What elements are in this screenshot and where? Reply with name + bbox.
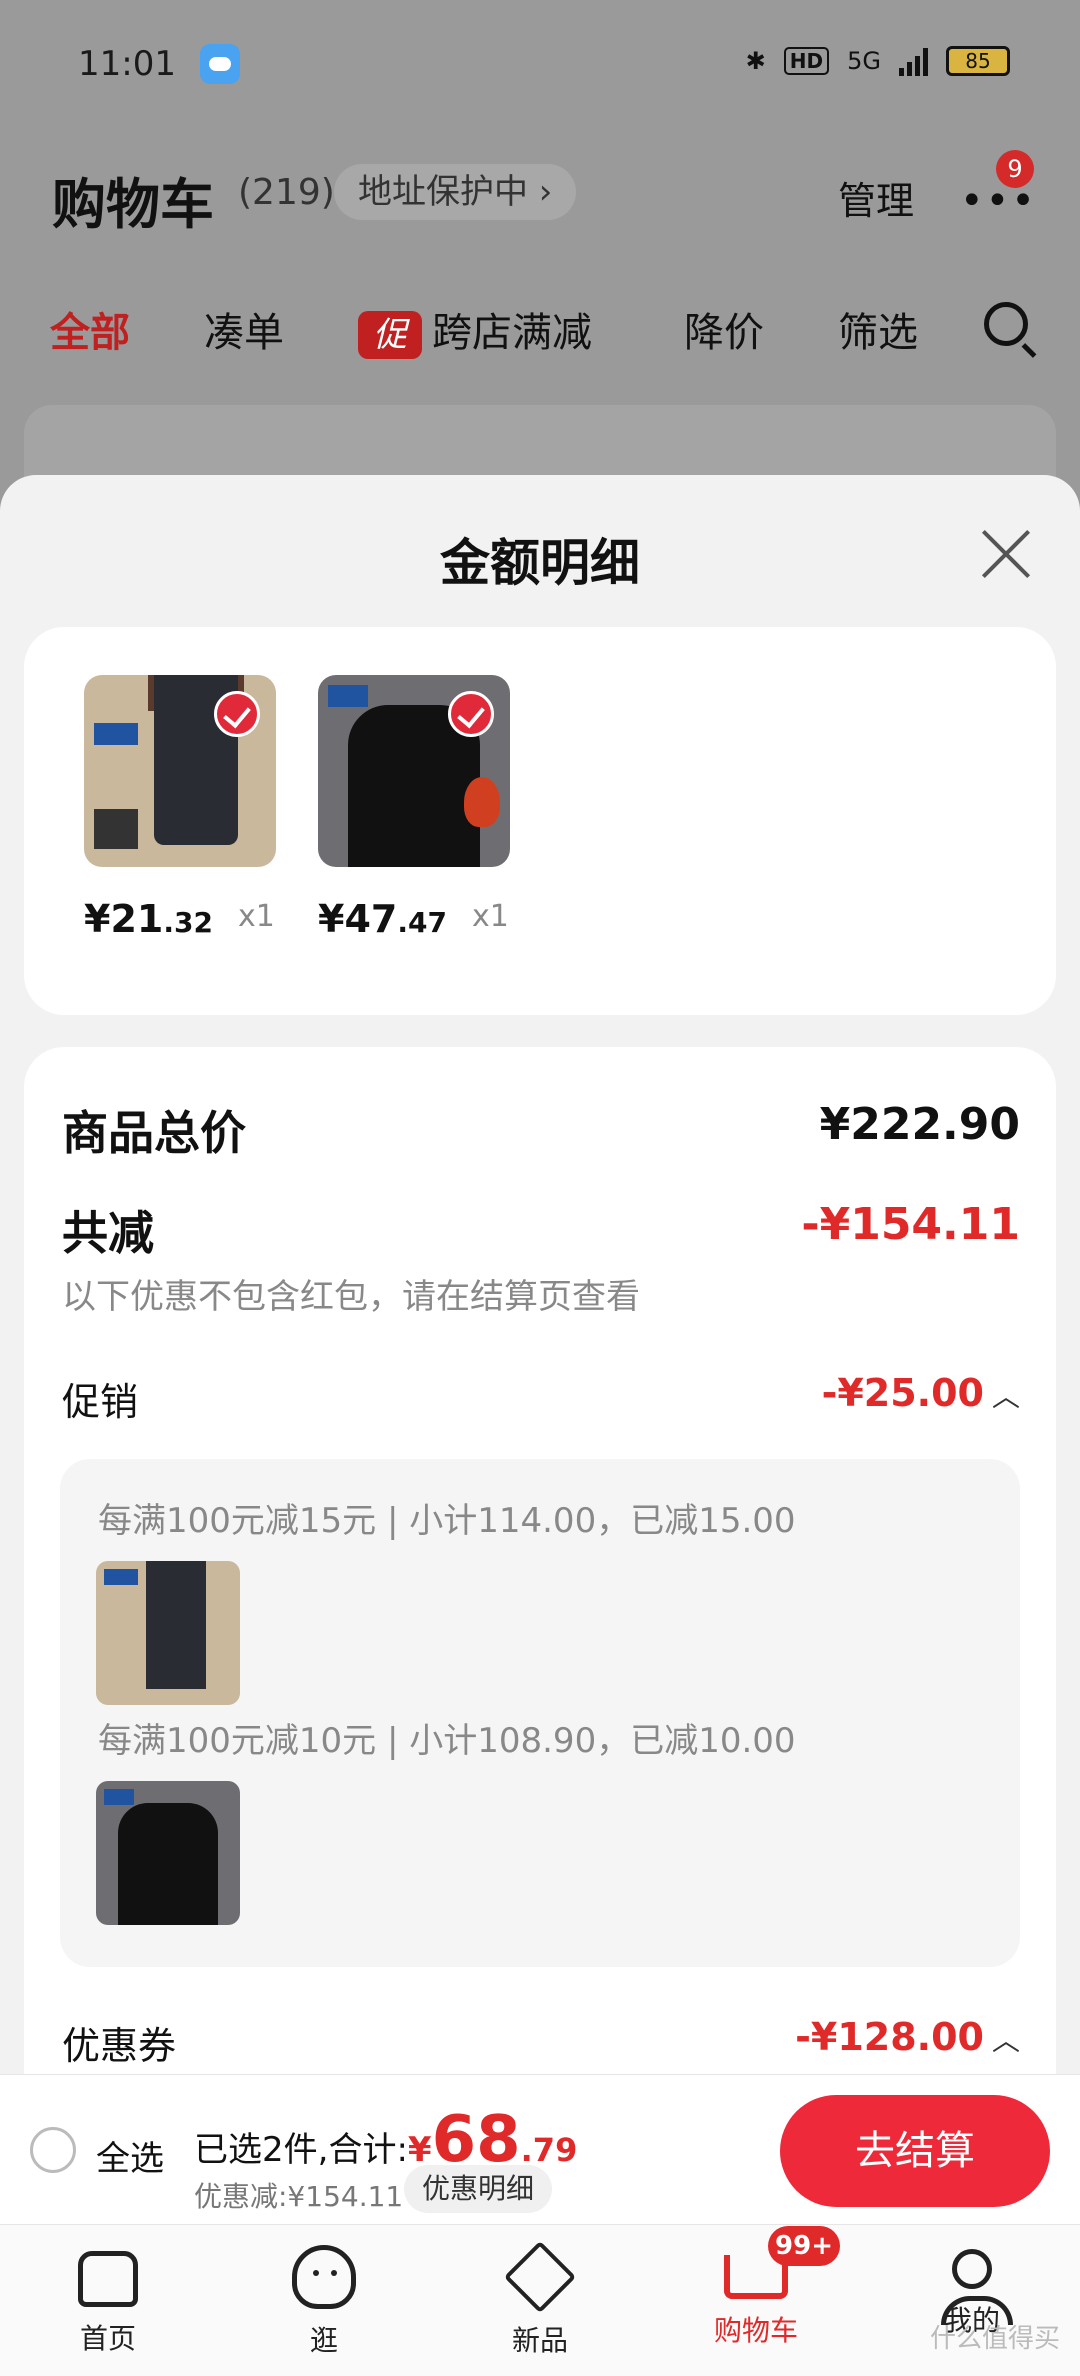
tab-cross-store-label: 跨店满减 — [432, 310, 592, 356]
sheet-title: 金额明细 — [440, 534, 640, 592]
manage-button[interactable]: 管理 — [838, 170, 914, 225]
brand-logo — [328, 685, 368, 707]
coupon-value-toggle[interactable]: -¥128.00 ︿ — [795, 2015, 1020, 2059]
tab-price-drop[interactable]: 降价 — [684, 300, 764, 358]
nav-label: 购物车 — [713, 2314, 798, 2347]
nav-label: 新品 — [511, 2324, 568, 2357]
item-qty: x1 — [238, 899, 275, 934]
address-protect-button[interactable]: 地址保护中 › — [334, 164, 577, 220]
hd-icon: HD — [783, 47, 830, 75]
promo-thumb-pants — [96, 1561, 240, 1705]
nav-label: 首页 — [79, 2322, 136, 2355]
price-breakdown-card: 商品总价 ¥222.90 共减 -¥154.11 以下优惠不包含红包，请在结算页… — [24, 1047, 1056, 2147]
cart-count: (219) — [238, 172, 335, 213]
tab-all[interactable]: 全部 — [50, 300, 130, 358]
select-all-radio[interactable] — [30, 2127, 76, 2173]
tab-cross-store[interactable]: 促跨店满减 — [358, 300, 592, 359]
watermark: 什么值得买 — [930, 2324, 1061, 2354]
flame-icon — [464, 777, 500, 827]
close-icon[interactable] — [978, 527, 1034, 583]
battery-icon: 85 — [946, 46, 1010, 76]
check-icon[interactable] — [448, 691, 494, 737]
signal-icon — [899, 46, 928, 76]
box-icon — [503, 2240, 577, 2314]
reduce-value: -¥154.11 — [801, 1199, 1020, 1250]
product-thumb-shirt[interactable] — [318, 675, 510, 867]
home-icon — [78, 2251, 138, 2307]
nav-new[interactable]: 新品 — [470, 2240, 610, 2359]
promo-rule: 每满100元减10元 | 小计108.90，已减10.00 — [98, 1721, 796, 1761]
browse-icon — [292, 2245, 356, 2309]
filter-tabs: 全部 凑单 促跨店满减 降价 筛选 — [0, 290, 1080, 370]
selected-items-card: ¥21.32 x1 ¥47.47 x1 — [24, 627, 1056, 1015]
page-title: 购物车 — [52, 173, 214, 236]
reduce-note: 以下优惠不包含红包，请在结算页查看 — [62, 1277, 640, 1317]
status-bar: 11:01 ✱ HD 5G 85 — [0, 0, 1080, 130]
system-icons: ✱ HD 5G 85 — [746, 46, 1010, 76]
promo-thumb-shirt — [96, 1781, 240, 1925]
item-price: ¥21.32 — [84, 897, 213, 941]
total-label: 商品总价 — [62, 1106, 246, 1160]
reduce-label: 共减 — [62, 1206, 154, 1260]
discount-detail-button[interactable]: 优惠明细 — [404, 2165, 553, 2213]
nav-home[interactable]: 首页 — [38, 2245, 178, 2357]
nav-label: 逛 — [309, 2324, 338, 2357]
discount-text: 优惠减:¥154.11 — [194, 2180, 404, 2213]
total-value: ¥222.90 — [819, 1099, 1020, 1150]
tab-bundle[interactable]: 凑单 — [204, 300, 284, 358]
promo-rule: 每满100元减15元 | 小计114.00，已减15.00 — [98, 1501, 796, 1541]
amount-detail-sheet: 金额明细 ¥21.32 x1 ¥47.47 x1 商品总价 ¥222.90 共减… — [0, 475, 1080, 2147]
promo-value-toggle[interactable]: -¥25.00 ︿ — [822, 1371, 1020, 1415]
cart-header: 购物车 (219) 地址保护中 › 管理 ••• 9 — [0, 130, 1080, 250]
promo-tag-icon: 促 — [358, 311, 422, 359]
product-thumb-pants[interactable] — [84, 675, 276, 867]
weather-icon — [200, 44, 240, 84]
more-badge: 9 — [996, 150, 1034, 188]
brand-logo — [94, 723, 138, 745]
checkout-bar: 全选 已选2件,合计:¥68.79 优惠减:¥154.11 优惠明细 去结算 — [0, 2074, 1080, 2224]
chevron-up-icon: ︿ — [991, 1380, 1020, 1413]
item-qty: x1 — [472, 899, 509, 934]
bluetooth-icon: ✱ — [745, 47, 766, 75]
checkout-button[interactable]: 去结算 — [780, 2095, 1050, 2207]
search-icon[interactable] — [984, 302, 1028, 346]
status-time: 11:01 — [78, 44, 176, 84]
bottom-nav: 首页 逛 新品 购物车 我的 — [0, 2224, 1080, 2376]
select-all-label[interactable]: 全选 — [96, 2131, 164, 2180]
item-price: ¥47.47 — [318, 897, 447, 941]
promo-detail-box: 每满100元减15元 | 小计114.00，已减15.00 每满100元减10元… — [60, 1459, 1020, 1967]
tab-filter[interactable]: 筛选 — [838, 300, 918, 358]
nav-browse[interactable]: 逛 — [254, 2245, 394, 2359]
promo-label: 促销 — [62, 1380, 139, 1424]
user-icon — [941, 2249, 1013, 2325]
check-icon[interactable] — [214, 691, 260, 737]
coupon-label: 优惠券 — [62, 2024, 177, 2068]
cart-badge: 99+ — [768, 2226, 840, 2266]
chevron-up-icon: ︿ — [991, 2024, 1020, 2057]
network-label: 5G — [847, 47, 881, 75]
